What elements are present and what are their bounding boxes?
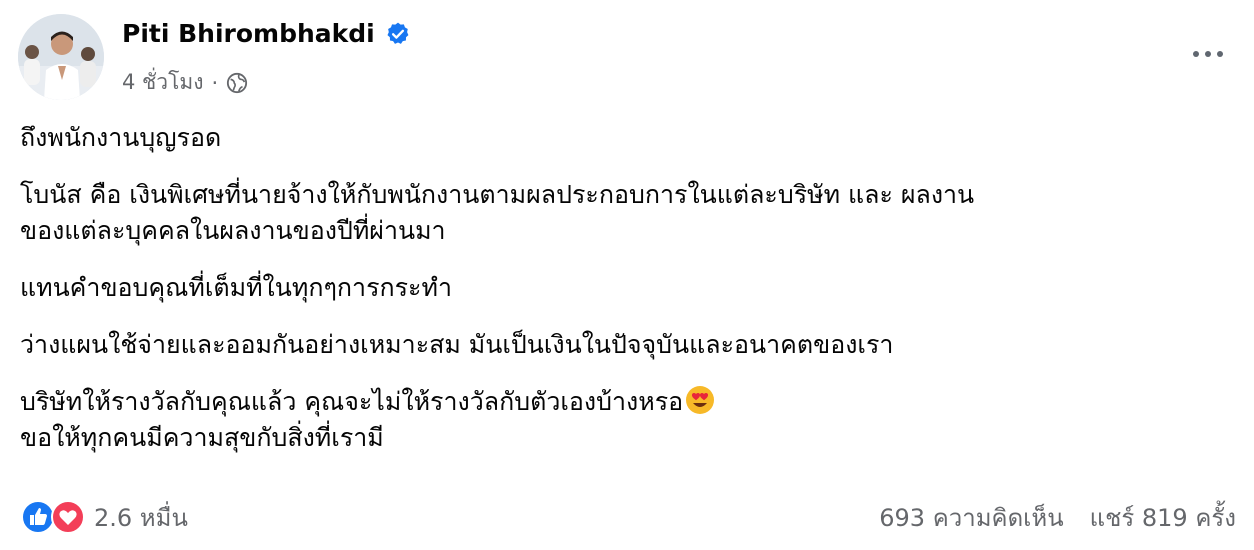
globe-icon[interactable]	[226, 72, 248, 94]
reactions-summary[interactable]: 2.6 หมื่น	[20, 498, 188, 537]
post-header: Piti Bhirombhakdi 4 ชั่วโมง ·	[18, 14, 1236, 104]
post-time[interactable]: 4 ชั่วโมง	[122, 66, 203, 99]
verified-badge-icon	[385, 21, 411, 47]
author-avatar[interactable]	[18, 14, 104, 100]
post-paragraph: บริษัทให้รางวัลกับคุณแล้ว คุณจะไม่ให้ราง…	[20, 384, 1220, 456]
post-paragraph: โบนัส คือ เงินพิเศษที่นายจ้างให้กับพนักง…	[20, 177, 1220, 249]
share-count-link[interactable]: แชร์ 819 ครั้ง	[1090, 498, 1236, 537]
author-name-row: Piti Bhirombhakdi	[122, 19, 411, 48]
comment-count-link[interactable]: 693 ความคิดเห็น	[879, 498, 1063, 537]
more-options-icon[interactable]	[1186, 40, 1230, 68]
post-content: ถึงพนักงานบุญรอด โบนัส คือ เงินพิเศษที่น…	[20, 120, 1220, 477]
love-icon	[50, 499, 86, 535]
post-footer: 2.6 หมื่น 693 ความคิดเห็น แชร์ 819 ครั้ง	[20, 497, 1236, 537]
engagement-stats: 693 ความคิดเห็น แชร์ 819 ครั้ง	[879, 498, 1236, 537]
post-paragraph: แทนคำขอบคุณที่เต็มที่ในทุกๆการกระทำ	[20, 273, 453, 302]
post-text-line-with-emoji: บริษัทให้รางวัลกับคุณแล้ว คุณจะไม่ให้ราง…	[20, 384, 1220, 420]
post-paragraph: ถึงพนักงานบุญรอด	[20, 123, 222, 152]
heart-eyes-emoji-icon	[685, 385, 715, 415]
post-text-line: ขอให้ทุกคนมีความสุขกับสิ่งที่เรามี	[20, 423, 384, 452]
post-paragraph: ว่างแผนใช้จ่ายและออมกันอย่างเหมาะสม มันเ…	[20, 330, 894, 359]
author-name[interactable]: Piti Bhirombhakdi	[122, 19, 375, 48]
post-meta: 4 ชั่วโมง ·	[122, 66, 248, 99]
meta-separator: ·	[211, 70, 219, 95]
reaction-count: 2.6 หมื่น	[94, 503, 188, 532]
post-text-line: โบนัส คือ เงินพิเศษที่นายจ้างให้กับพนักง…	[20, 180, 975, 209]
post-text-line: ของแต่ละบุคคลในผลงานของปีที่ผ่านมา	[20, 216, 446, 245]
post-text-line: บริษัทให้รางวัลกับคุณแล้ว คุณจะไม่ให้ราง…	[20, 387, 684, 416]
